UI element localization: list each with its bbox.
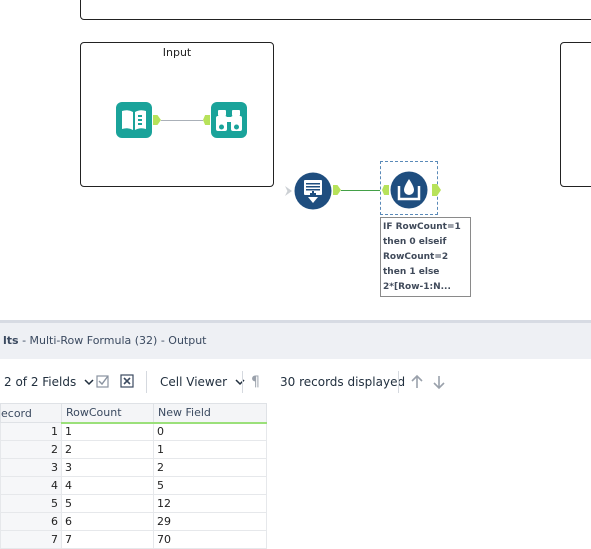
toolbar-separator [398, 371, 399, 393]
cell-viewer-dropdown[interactable]: Cell Viewer [160, 373, 245, 391]
chevron-down-icon [235, 379, 245, 386]
recordid-output-anchor[interactable] [333, 185, 341, 195]
recordid-input-anchor[interactable] [285, 186, 292, 196]
workflow-canvas[interactable]: Input IF RowCount=1 then 0 elseif RowCou… [0, 0, 591, 320]
browse-tool[interactable] [211, 102, 247, 138]
toolbar-separator [146, 371, 147, 393]
new-field-cell[interactable]: 5 [153, 476, 267, 495]
pilcrow-icon: ¶ [251, 374, 260, 390]
results-grid: ecord RowCount New Field 1 1 0 2 2 1 3 3… [0, 403, 267, 549]
pilcrow-button[interactable]: ¶ [251, 373, 260, 391]
multirow-formula-icon [390, 171, 428, 209]
toolbar-separator [242, 371, 243, 393]
results-window: lts - Multi-Row Formula (32) - Output 2 … [0, 320, 591, 549]
rowcount-cell[interactable]: 2 [61, 440, 154, 459]
multirow-output-anchor[interactable] [432, 184, 441, 196]
rowcount-cell[interactable]: 1 [61, 422, 154, 441]
checkbox-icon [96, 375, 109, 388]
input-book-icon [116, 102, 152, 138]
rowcount-cell[interactable]: 5 [61, 494, 154, 513]
record-id-icon [294, 172, 332, 210]
fields-chevron-icon [84, 379, 94, 386]
record-id-tool[interactable] [294, 172, 332, 210]
column-header-record[interactable]: ecord [0, 403, 62, 423]
new-field-cell[interactable]: 29 [153, 512, 267, 531]
record-cell: 6 [0, 512, 62, 531]
record-cell: 3 [0, 458, 62, 477]
new-field-cell[interactable]: 1 [153, 440, 267, 459]
annotation-line: then 1 else [383, 267, 440, 277]
record-cell: 7 [0, 530, 62, 549]
table-row[interactable]: 3 3 2 [0, 458, 267, 477]
container-title: Input [162, 46, 192, 59]
annotation-line: RowCount=2 [383, 252, 449, 262]
rowcount-cell[interactable]: 4 [61, 476, 154, 495]
select-all-button[interactable] [96, 374, 110, 392]
scroll-up-button[interactable] [410, 374, 424, 392]
fields-selector[interactable]: 2 of 2 Fields [4, 373, 94, 391]
cell-viewer-label: Cell Viewer [160, 375, 228, 389]
new-field-cell[interactable]: 70 [153, 530, 267, 549]
multirow-formula-tool[interactable] [390, 171, 428, 209]
annotation-line: 2*[Row-1:N... [383, 282, 451, 292]
connection-line [161, 120, 203, 121]
tool-annotation: IF RowCount=1 then 0 elseif RowCount=2 t… [380, 217, 471, 297]
deselect-button[interactable] [120, 374, 134, 392]
results-title-bar: lts - Multi-Row Formula (32) - Output [0, 323, 591, 359]
browse-binoculars-icon [211, 102, 247, 138]
records-displayed: 30 records displayed [280, 375, 406, 389]
results-toolbar: 2 of 2 Fields Cell Viewer ¶ 30 records d… [0, 363, 591, 401]
table-row[interactable]: 5 5 12 [0, 494, 267, 513]
record-cell: 1 [0, 422, 62, 441]
annotation-line: IF RowCount=1 [383, 222, 461, 232]
new-field-cell[interactable]: 0 [153, 422, 267, 441]
fields-label: 2 of 2 Fields [4, 375, 77, 389]
column-header-rowcount[interactable]: RowCount [61, 403, 154, 424]
table-row[interactable]: 2 2 1 [0, 440, 267, 459]
column-header-new-field[interactable]: New Field [153, 403, 267, 424]
table-row[interactable]: 7 7 70 [0, 530, 267, 549]
record-cell: 5 [0, 494, 62, 513]
right-container[interactable] [560, 42, 591, 187]
table-row[interactable]: 1 1 0 [0, 422, 267, 441]
new-field-cell[interactable]: 12 [153, 494, 267, 513]
input-data-tool[interactable] [116, 102, 152, 138]
rowcount-cell[interactable]: 7 [61, 530, 154, 549]
results-title-prefix: lts [3, 334, 19, 347]
rowcount-cell[interactable]: 6 [61, 512, 154, 531]
arrow-down-icon [433, 376, 445, 390]
record-cell: 2 [0, 440, 62, 459]
top-container[interactable] [80, 0, 591, 20]
record-cell: 4 [0, 476, 62, 495]
connection-line-2 [341, 190, 380, 191]
table-row[interactable]: 4 4 5 [0, 476, 267, 495]
results-title: - Multi-Row Formula (32) - Output [18, 334, 207, 347]
table-row[interactable]: 6 6 29 [0, 512, 267, 531]
rowcount-cell[interactable]: 3 [61, 458, 154, 477]
close-box-icon [120, 374, 134, 388]
annotation-line: then 0 elseif [383, 237, 447, 247]
scroll-down-button[interactable] [432, 374, 446, 392]
arrow-up-icon [411, 374, 423, 388]
new-field-cell[interactable]: 2 [153, 458, 267, 477]
